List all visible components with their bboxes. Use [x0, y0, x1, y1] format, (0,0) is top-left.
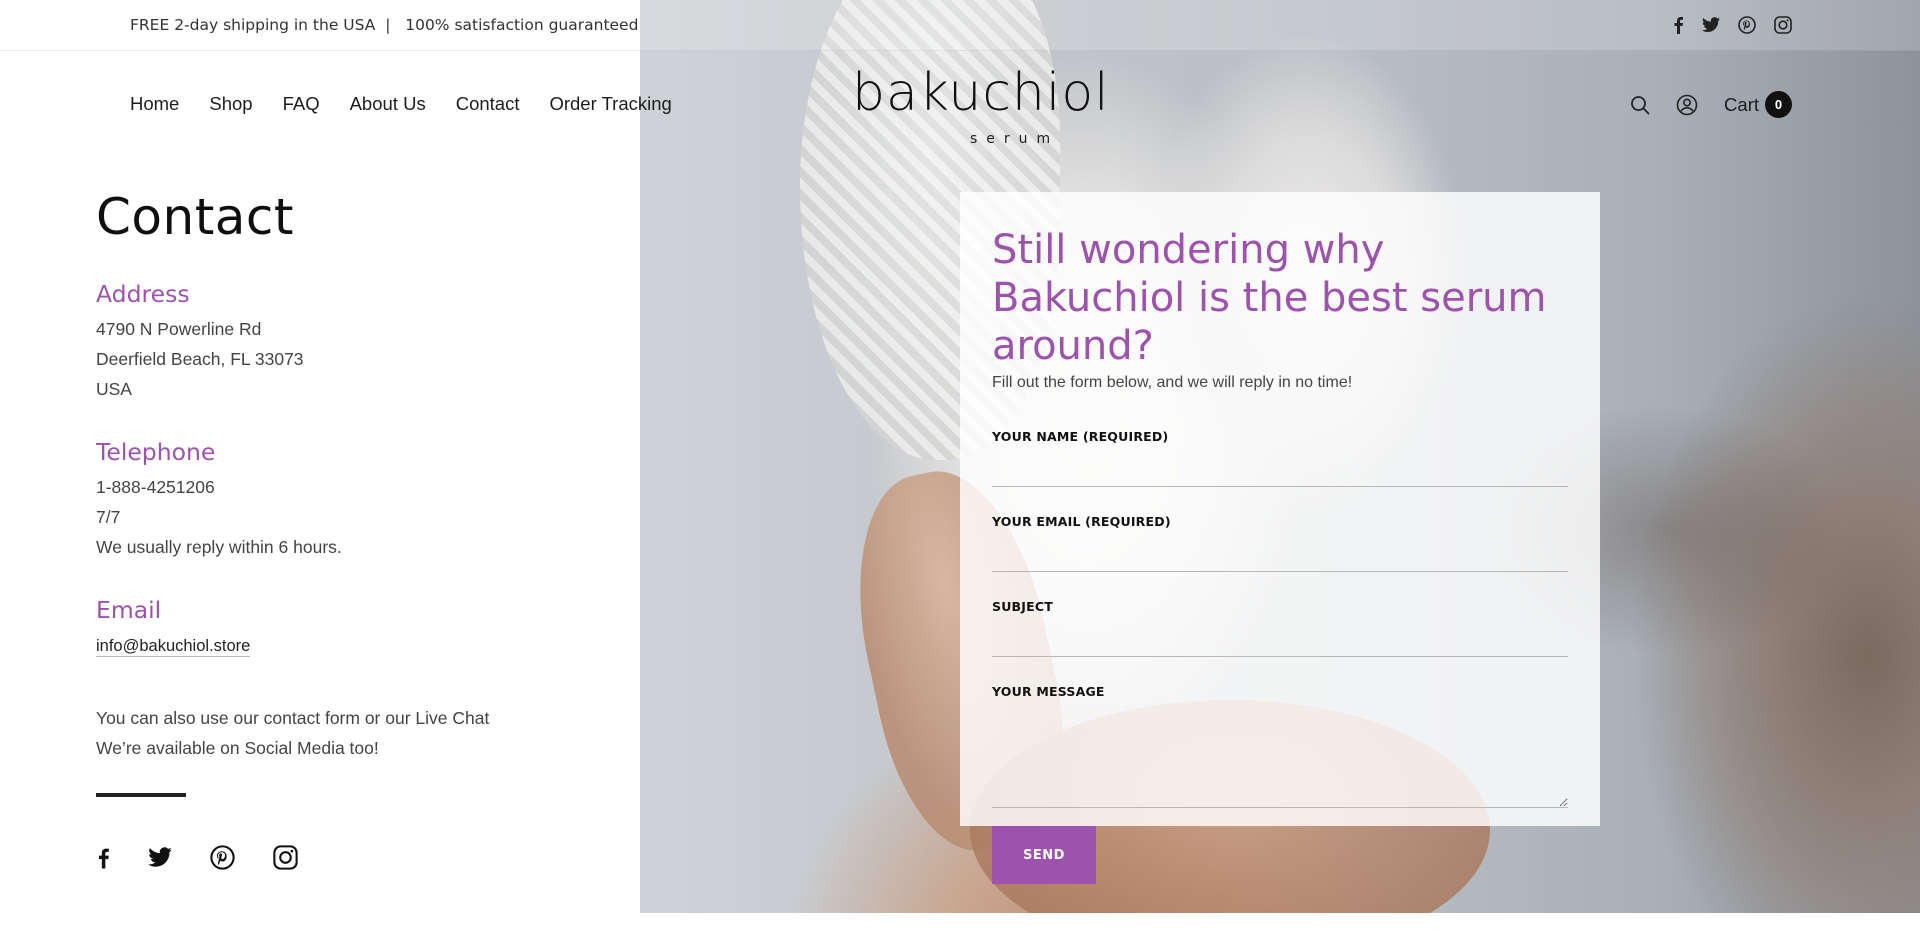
contact-social-links [96, 845, 556, 870]
telephone-availability: 7/7 [96, 507, 121, 527]
nav-item-contact[interactable]: Contact [456, 93, 520, 115]
address-line: 4790 N Powerline Rd [96, 319, 262, 339]
nav-item-home[interactable]: Home [130, 93, 179, 115]
email-field-group: YOUR EMAIL (REQUIRED) [992, 511, 1568, 572]
social-note: We’re available on Social Media too! [96, 738, 379, 758]
logo-wordmark: bakuchiol [852, 63, 1110, 123]
topbar-social-links [1672, 0, 1792, 50]
form-subheading: Fill out the form below, and we will rep… [992, 374, 1353, 391]
cart-label: Cart [1724, 93, 1759, 115]
search-icon[interactable] [1630, 95, 1650, 115]
header-actions: Cart 0 [1630, 91, 1792, 118]
name-label: YOUR NAME (REQUIRED) [992, 429, 1169, 444]
subject-label: SUBJECT [992, 599, 1053, 614]
cart-count-badge: 0 [1765, 91, 1792, 118]
address-line: Deerfield Beach, FL 33073 [96, 349, 304, 369]
address-line: USA [96, 379, 132, 399]
site-logo[interactable]: bakuchiol serum [852, 63, 1110, 147]
instagram-icon[interactable] [273, 845, 298, 870]
nav-item-about-us[interactable]: About Us [350, 93, 426, 115]
page-title: Contact [96, 188, 295, 246]
account-icon[interactable] [1676, 94, 1698, 116]
subject-field-group: SUBJECT [992, 596, 1568, 657]
telephone-number: 1-888-4251206 [96, 477, 215, 497]
divider [96, 793, 186, 797]
contact-form: YOUR NAME (REQUIRED) YOUR EMAIL (REQUIRE… [992, 426, 1568, 884]
contact-note: You can also use our contact form or our… [96, 708, 490, 728]
facebook-icon[interactable] [1672, 16, 1684, 34]
site-header: Home Shop FAQ About Us Contact Order Tra… [0, 51, 1920, 161]
name-input[interactable] [992, 449, 1568, 487]
announcement-text: FREE 2-day shipping in the USA | 100% sa… [130, 16, 639, 34]
subject-input[interactable] [992, 619, 1568, 657]
message-textarea[interactable] [992, 704, 1568, 808]
address-heading: Address [96, 280, 190, 308]
nav-item-shop[interactable]: Shop [209, 93, 252, 115]
announcement-bar: FREE 2-day shipping in the USA | 100% sa… [0, 0, 1920, 51]
pinterest-icon[interactable] [210, 845, 235, 870]
nav-item-order-tracking[interactable]: Order Tracking [549, 93, 671, 115]
message-field-group: YOUR MESSAGE [992, 681, 1568, 808]
send-button[interactable]: SEND [992, 826, 1096, 884]
instagram-icon[interactable] [1774, 16, 1792, 34]
email-input[interactable] [992, 534, 1568, 572]
cart-button[interactable]: Cart 0 [1724, 91, 1792, 118]
twitter-icon[interactable] [1702, 17, 1720, 33]
pinterest-icon[interactable] [1738, 16, 1756, 34]
email-link[interactable]: info@bakuchiol.store [96, 637, 251, 657]
email-label: YOUR EMAIL (REQUIRED) [992, 514, 1171, 529]
contact-form-card: Still wondering why Bakuchiol is the bes… [960, 192, 1600, 884]
message-label: YOUR MESSAGE [992, 684, 1105, 699]
nav-item-faq[interactable]: FAQ [283, 93, 320, 115]
telephone-reply-time: We usually reply within 6 hours. [96, 537, 342, 557]
facebook-icon[interactable] [96, 846, 110, 870]
twitter-icon[interactable] [148, 847, 172, 868]
name-field-group: YOUR NAME (REQUIRED) [992, 426, 1568, 487]
email-heading: Email [96, 596, 162, 624]
logo-subtitle: serum [970, 131, 1060, 147]
telephone-heading: Telephone [96, 438, 216, 466]
main-nav: Home Shop FAQ About Us Contact Order Tra… [130, 93, 672, 115]
contact-info: Contact Address 4790 N Powerline Rd Deer… [96, 188, 556, 870]
form-heading: Still wondering why Bakuchiol is the bes… [992, 227, 1547, 369]
